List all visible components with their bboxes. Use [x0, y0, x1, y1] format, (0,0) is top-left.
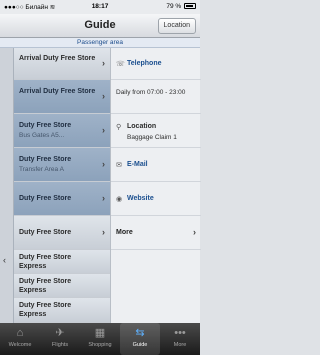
chevron-right-icon: ›: [102, 91, 105, 101]
store-detail-panel: ☏ Telephone Daily from 07:00 - 23:00 ⚲ L…: [110, 48, 201, 323]
website-row[interactable]: ◉ Website: [111, 182, 201, 216]
store-name: Duty Free Store Express: [19, 302, 72, 318]
tab-label: Guide: [132, 342, 148, 348]
house-icon: ⌂: [16, 327, 24, 339]
section-header: Passenger area: [0, 38, 200, 48]
list-item[interactable]: Duty Free Store Transfer Area A ›: [14, 148, 110, 182]
tab-more[interactable]: ••• More: [160, 323, 200, 355]
airplane-icon: ✈: [55, 327, 65, 339]
list-item[interactable]: Duty Free Store Express: [14, 250, 110, 274]
battery-icon: [184, 3, 196, 10]
tab-guide[interactable]: ⇆ Guide: [120, 323, 160, 355]
tab-label: Flights: [51, 342, 69, 348]
globe-icon: ◉: [116, 196, 123, 203]
envelope-icon: ✉: [116, 162, 122, 169]
phone-icon: ☏: [116, 61, 125, 68]
list-item[interactable]: Duty Free Store Bus Gates A5... ›: [14, 114, 110, 148]
tab-label: Welcome: [8, 342, 32, 348]
store-list: Arrival Duty Free Store › Arrival Duty F…: [14, 48, 110, 323]
location-label: Location: [127, 123, 157, 130]
store-name: Duty Free Store Express: [19, 254, 72, 270]
battery-status: 79 %: [166, 3, 196, 10]
tab-flights[interactable]: ✈ Flights: [40, 323, 80, 355]
tab-label: Shopping: [88, 342, 112, 348]
signpost-icon: ⇆: [135, 327, 145, 339]
chevron-left-icon[interactable]: ‹: [3, 255, 6, 265]
list-item[interactable]: Duty Free Store ›: [14, 216, 110, 250]
more-label: More: [116, 229, 133, 236]
list-item[interactable]: Duty Free Store Express: [14, 274, 110, 298]
tab-bar: ⌂ Welcome ✈ Flights ▦ Shopping ⇆ Guide •…: [0, 323, 200, 355]
list-item[interactable]: Arrival Duty Free Store ›: [14, 80, 110, 114]
list-item[interactable]: Duty Free Store ›: [14, 182, 110, 216]
tab-shopping[interactable]: ▦ Shopping: [80, 323, 120, 355]
location-button[interactable]: Location: [157, 18, 196, 34]
telephone-label: Telephone: [127, 60, 162, 67]
shopping-icon: ▦: [94, 327, 106, 339]
chevron-right-icon: ›: [102, 159, 105, 169]
status-bar: ●●●○○ Билайн ≋ 18:17 79 %: [0, 0, 200, 14]
store-name: Duty Free Store: [19, 229, 72, 236]
store-name: Arrival Duty Free Store: [19, 55, 96, 62]
chevron-right-icon: ›: [102, 193, 105, 203]
chevron-right-icon: ›: [102, 58, 105, 68]
website-label: Website: [127, 195, 154, 202]
telephone-row[interactable]: ☏ Telephone: [111, 48, 201, 80]
store-location: Transfer Area A: [19, 166, 64, 173]
opening-hours: Daily from 07:00 - 23:00: [116, 89, 186, 96]
collapse-strip[interactable]: ‹: [0, 48, 14, 323]
email-row[interactable]: ✉ E-Mail: [111, 148, 201, 182]
list-item[interactable]: Arrival Duty Free Store ›: [14, 48, 110, 80]
store-name: Duty Free Store: [19, 156, 72, 163]
store-name: Duty Free Store: [19, 195, 72, 202]
tab-label: More: [173, 342, 187, 348]
more-row[interactable]: More ›: [111, 216, 201, 250]
tab-welcome[interactable]: ⌂ Welcome: [0, 323, 40, 355]
opening-hours-row: Daily from 07:00 - 23:00: [111, 80, 201, 114]
email-label: E-Mail: [127, 161, 148, 168]
chevron-right-icon: ›: [193, 227, 196, 237]
chevron-right-icon: ›: [102, 227, 105, 237]
location-value: Baggage Claim 1: [127, 134, 177, 141]
battery-percent: 79 %: [166, 3, 182, 10]
list-item[interactable]: Duty Free Store Express: [14, 298, 110, 323]
store-name: Arrival Duty Free Store: [19, 88, 96, 95]
location-row: ⚲ Location Baggage Claim 1: [111, 114, 201, 148]
map-pin-icon: ⚲: [116, 124, 122, 131]
store-name: Duty Free Store Express: [19, 278, 72, 294]
store-location: Bus Gates A5...: [19, 132, 65, 139]
more-dots-icon: •••: [174, 327, 186, 339]
store-name: Duty Free Store: [19, 122, 72, 129]
chevron-right-icon: ›: [102, 125, 105, 135]
navigation-bar: Guide Location: [0, 14, 200, 38]
